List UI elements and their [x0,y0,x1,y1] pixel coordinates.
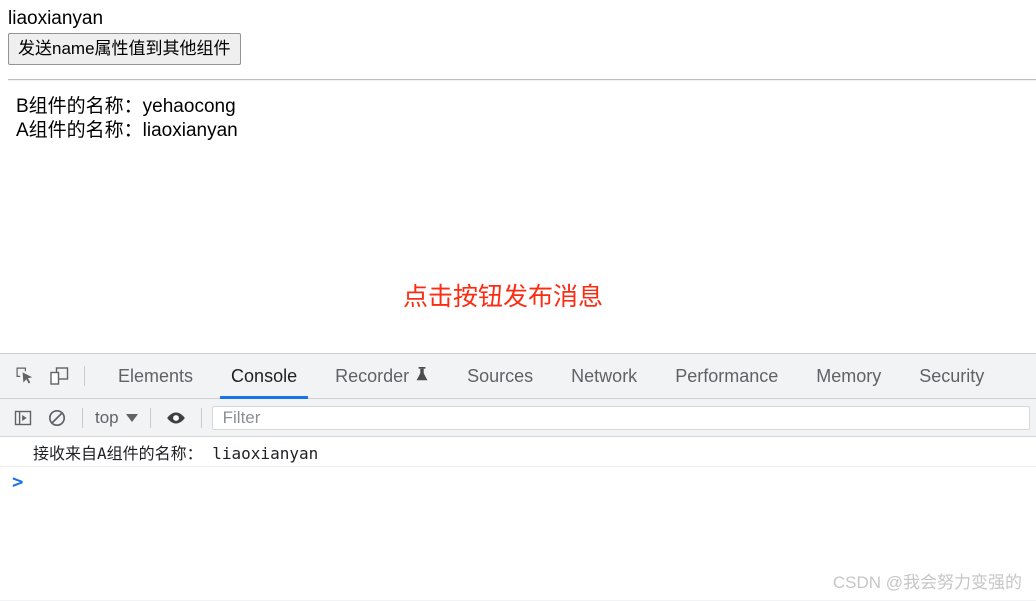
tab-recorder-label: Recorder [335,366,409,387]
tabbar-separator [84,366,85,386]
console-toolbar: top Filter [0,399,1036,437]
tab-performance-label: Performance [675,366,778,387]
console-prompt-row[interactable]: > [0,467,1036,497]
tab-sources-label: Sources [467,366,533,387]
devtools-tabbar: Elements Console Recorder Sources Networ… [0,354,1036,399]
live-expression-eye-icon[interactable] [159,401,193,435]
web-page-viewport: liaoxianyan 发送name属性值到其他组件 B组件的名称：yehaoc… [0,0,1036,353]
tab-security[interactable]: Security [900,354,1003,399]
page-content: liaoxianyan 发送name属性值到其他组件 B组件的名称：yehaoc… [0,0,1036,143]
devtools-panel: Elements Console Recorder Sources Networ… [0,353,1036,601]
tab-performance[interactable]: Performance [656,354,797,399]
tab-console[interactable]: Console [212,354,316,399]
csdn-watermark: CSDN @我会努力变强的 [833,568,1022,593]
send-name-button[interactable]: 发送name属性值到其他组件 [8,33,241,65]
component-a-line: A组件的名称：liaoxianyan [16,119,1036,143]
tab-recorder[interactable]: Recorder [316,354,448,399]
tab-console-label: Console [231,366,297,387]
tab-elements-label: Elements [118,366,193,387]
device-toolbar-icon[interactable] [42,359,76,393]
devtools-tab-list: Elements Console Recorder Sources Networ… [99,354,1003,399]
tab-memory-label: Memory [816,366,881,387]
component-b-line: B组件的名称：yehaocong [16,95,1036,119]
inspect-element-icon[interactable] [8,359,42,393]
tab-elements[interactable]: Elements [99,354,212,399]
toolbar-separator-2 [150,408,151,428]
console-message-row[interactable]: 接收来自A组件的名称： liaoxianyan [0,437,1036,467]
tab-sources[interactable]: Sources [448,354,552,399]
component-a-name-text: liaoxianyan [8,8,1036,30]
experiment-flask-icon [415,366,429,387]
chevron-down-icon [126,414,138,422]
tab-network[interactable]: Network [552,354,656,399]
toolbar-separator-1 [82,408,83,428]
clear-console-icon[interactable] [40,401,74,435]
publish-notice-text: 点击按钮发布消息 [0,282,1006,312]
execution-context-label: top [95,408,119,428]
execution-context-selector[interactable]: top [91,408,142,428]
page-divider [8,79,1036,81]
tab-memory[interactable]: Memory [797,354,900,399]
console-prompt-arrow-icon: > [12,473,23,492]
console-filter-input[interactable]: Filter [212,406,1030,430]
console-message-text: 接收来自A组件的名称： liaoxianyan [33,440,318,464]
tab-network-label: Network [571,366,637,387]
component-name-list: B组件的名称：yehaocong A组件的名称：liaoxianyan [8,95,1036,143]
console-sidebar-icon[interactable] [6,401,40,435]
tab-security-label: Security [919,366,984,387]
toolbar-separator-3 [201,408,202,428]
